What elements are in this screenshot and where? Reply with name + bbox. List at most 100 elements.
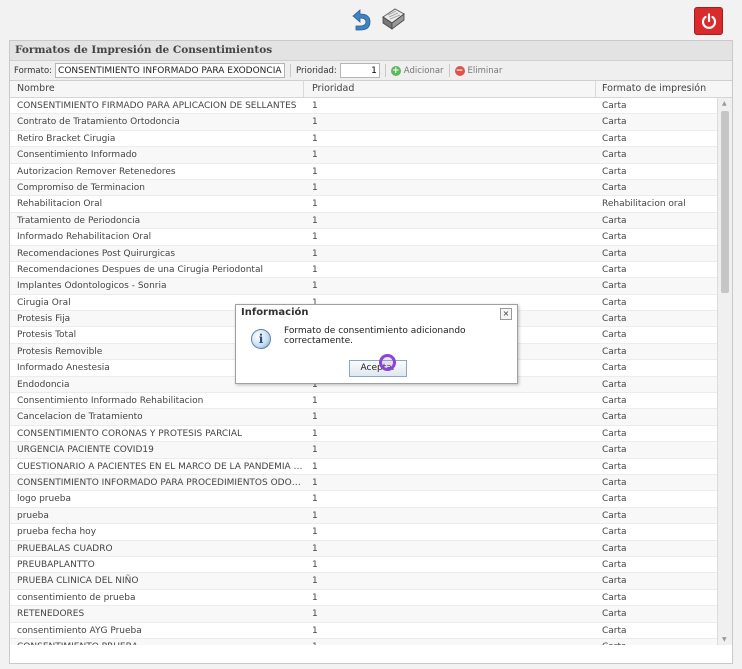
accept-button[interactable]: Aceptar: [349, 360, 407, 377]
table-row[interactable]: PRUEBA CLINICA DEL NIÑO 1 Carta: [10, 573, 732, 590]
table-row[interactable]: RETENEDORES 1 Carta: [10, 606, 732, 623]
cell-prioridad: 1: [312, 133, 318, 144]
cell-nombre: prueba fecha hoy: [17, 527, 97, 538]
table-row[interactable]: prueba fecha hoy 1 Carta: [10, 524, 732, 541]
cell-prioridad: 1: [312, 609, 318, 620]
book-icon[interactable]: [379, 5, 407, 33]
cell-formato: Carta: [602, 314, 627, 325]
formato-input[interactable]: [55, 63, 286, 78]
table-row[interactable]: CUESTIONARIO A PACIENTES EN EL MARCO DE …: [10, 459, 732, 475]
table-row[interactable]: CONSENTIMIENTO CORONAS Y PROTESIS PARCIA…: [10, 426, 732, 443]
table-row[interactable]: Compromiso de Terminacion 1 Carta: [10, 179, 732, 197]
delete-button[interactable]: − Eliminar: [454, 65, 503, 76]
cell-nombre: CONSENTIMIENTO INFORMADO PARA PROCEDIMIE…: [17, 477, 304, 488]
scroll-down-icon[interactable]: ▼: [722, 636, 727, 643]
cell-prioridad: 1: [312, 101, 318, 111]
cell-nombre: consentimiento AYG Prueba: [17, 625, 142, 636]
table-row[interactable]: Tratamiento de Periodoncia 1 Carta: [10, 212, 732, 230]
table-row[interactable]: Autorizacion Remover Retenedores 1 Carta: [10, 164, 732, 180]
cell-nombre: URGENCIA PACIENTE COVID19: [17, 445, 154, 456]
table-row[interactable]: Consentimiento Informado Rehabilitacion 1…: [10, 393, 732, 410]
table-row[interactable]: Retiro Bracket Cirugia 1 Carta: [10, 131, 732, 148]
cell-formato: Carta: [602, 477, 627, 488]
cell-formato: Carta: [602, 182, 627, 193]
cell-formato: Carta: [602, 609, 627, 620]
cell-nombre: Cancelacion de Tratamiento: [17, 412, 143, 423]
cell-prioridad: 1: [312, 543, 318, 554]
table-row[interactable]: URGENCIA PACIENTE COVID19 1 Carta: [10, 442, 732, 459]
cell-prioridad: 1: [312, 527, 318, 538]
cell-formato: Carta: [602, 215, 627, 226]
table-row[interactable]: Cancelacion de Tratamiento 1 Carta: [10, 409, 732, 426]
cell-prioridad: 1: [312, 477, 318, 488]
table-row[interactable]: PREUBAPLANTTO 1 Carta: [10, 557, 732, 574]
table-row[interactable]: Informado Rehabilitacion Oral 1 Carta: [10, 229, 732, 246]
form-toolbar: Formato: Prioridad: + Adicionar − Elimin…: [10, 61, 732, 81]
cell-prioridad: 1: [312, 248, 318, 259]
cell-formato: Carta: [602, 297, 627, 308]
cell-formato: Carta: [602, 248, 627, 259]
cell-formato: Carta: [602, 559, 627, 570]
table-row[interactable]: Consentimiento Informado 1 Carta: [10, 147, 732, 164]
cell-nombre: Retiro Bracket Cirugia: [17, 133, 116, 144]
table-row[interactable]: Recomendaciones Despues de una Cirugia P…: [10, 262, 732, 279]
table-row[interactable]: consentimiento de prueba 1 Carta: [10, 590, 732, 607]
cell-formato: Carta: [602, 445, 627, 456]
add-icon: +: [390, 65, 401, 76]
back-arrow-icon[interactable]: [347, 6, 373, 32]
toolbar-divider: [448, 64, 450, 77]
power-icon: [701, 13, 716, 29]
cell-prioridad: 1: [312, 150, 318, 161]
cell-formato: Carta: [602, 461, 627, 472]
power-button[interactable]: [694, 7, 723, 35]
cell-nombre: Contrato de Tratamiento Ortodoncia: [17, 117, 180, 128]
add-button-label: Adicionar: [403, 65, 444, 76]
cell-formato: Carta: [602, 150, 627, 161]
column-header-formato[interactable]: Formato de impresión: [596, 81, 718, 97]
table-row[interactable]: CONSENTIMIENTO INFORMADO PARA PROCEDIMIE…: [10, 474, 732, 492]
table-row[interactable]: Rehabilitacion Oral 1 Rehabilitacion oral: [10, 196, 732, 213]
table-row[interactable]: CONSENTIMIENTO PRUEBA1Carta: [10, 638, 732, 645]
cell-formato: Carta: [602, 592, 627, 603]
cell-prioridad: 1: [312, 166, 318, 177]
cell-formato: Carta: [602, 510, 627, 521]
cell-nombre: logo prueba: [17, 494, 71, 505]
cell-formato: Carta: [602, 527, 627, 538]
cell-formato: Carta: [602, 133, 627, 144]
table-row[interactable]: Recomendaciones Post Quirurgicas 1 Carta: [10, 245, 732, 262]
cell-prioridad: 1: [312, 232, 318, 243]
cell-formato: Carta: [602, 576, 627, 587]
cell-nombre: CUESTIONARIO A PACIENTES EN EL MARCO DE …: [17, 461, 304, 472]
cell-formato: Carta: [602, 264, 627, 275]
close-icon[interactable]: ×: [500, 308, 512, 320]
table-row[interactable]: PRUEBALAS CUADRO 1 Carta: [10, 540, 732, 557]
column-header-prioridad[interactable]: Prioridad: [304, 81, 596, 97]
cell-prioridad: 1: [312, 559, 318, 570]
table-row[interactable]: consentimiento AYG Prueba 1 Carta: [10, 623, 732, 639]
delete-button-label: Eliminar: [467, 65, 503, 76]
cell-formato: Carta: [596, 639, 718, 645]
scrollbar-thumb[interactable]: [721, 111, 729, 293]
cell-formato: Carta: [602, 428, 627, 439]
prioridad-input[interactable]: [339, 63, 380, 78]
cell-prioridad: 1: [312, 182, 318, 193]
table-row[interactable]: prueba 1 Carta: [10, 507, 732, 525]
table-row[interactable]: CONSENTIMIENTO FIRMADO PARA APLICACION D…: [10, 98, 732, 115]
cell-nombre: consentimiento de prueba: [17, 592, 136, 603]
scroll-up-icon[interactable]: ▲: [722, 100, 727, 107]
cell-formato: Carta: [602, 101, 627, 111]
table-row[interactable]: Contrato de Tratamiento Ortodoncia 1 Carta: [10, 114, 732, 131]
delete-icon: −: [454, 65, 465, 76]
cell-nombre: PREUBAPLANTTO: [17, 559, 95, 570]
column-header-nombre[interactable]: Nombre: [10, 81, 304, 97]
cell-nombre: Informado Rehabilitacion Oral: [17, 232, 152, 243]
table-row[interactable]: Implantes Odontologicos - Sonria 1 Carta: [10, 278, 732, 295]
cell-prioridad: 1: [312, 625, 318, 636]
dialog-title: Información: [241, 307, 309, 318]
cell-formato: Carta: [602, 625, 627, 636]
add-button[interactable]: + Adicionar: [390, 65, 444, 76]
vertical-scrollbar[interactable]: ▲ ▼: [717, 98, 732, 645]
toolbar-divider: [384, 64, 386, 77]
cell-prioridad: 1: [312, 510, 318, 521]
table-row[interactable]: logo prueba 1 Carta: [10, 491, 732, 508]
